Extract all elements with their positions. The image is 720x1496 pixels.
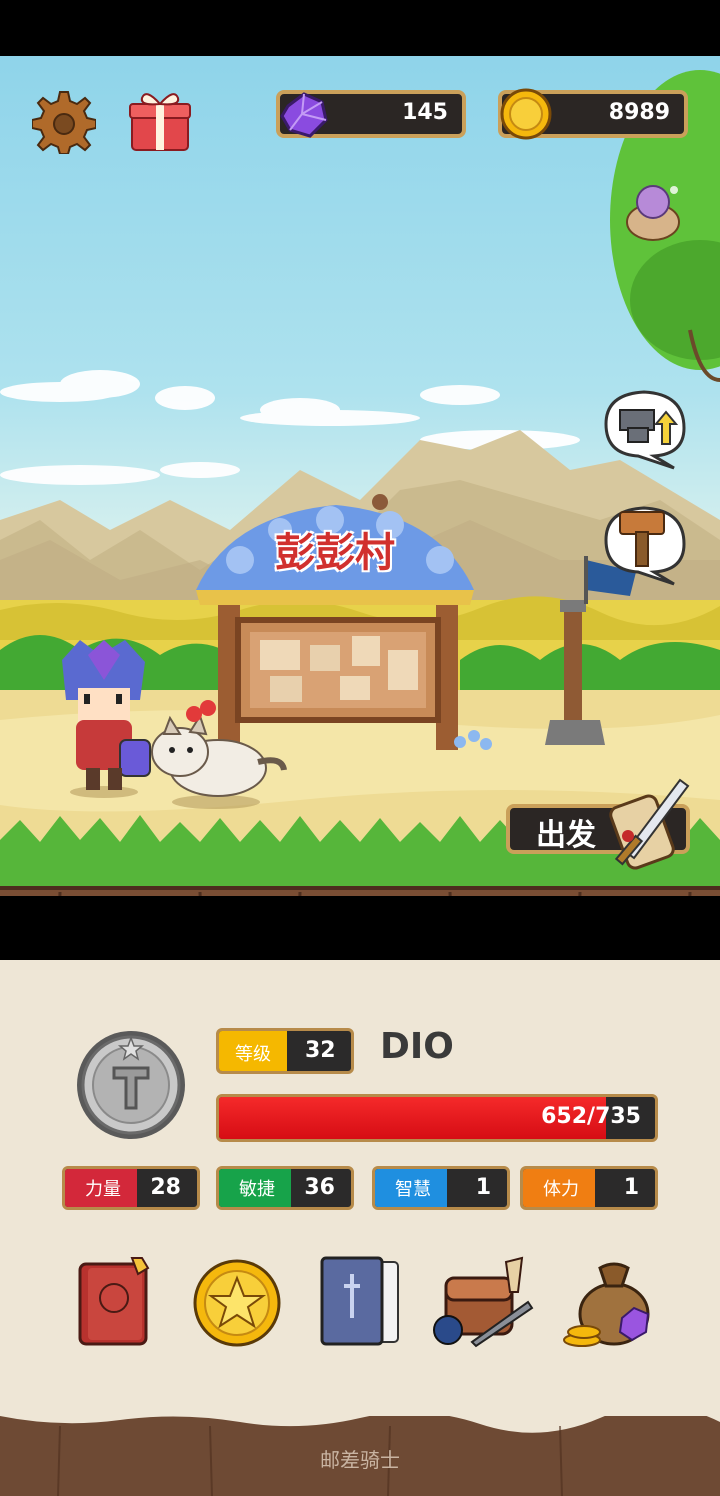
- stat-agility-value: 36: [304, 1175, 335, 1200]
- settings-gear-icon[interactable]: [31, 90, 97, 155]
- player-name: DIO: [380, 1026, 454, 1067]
- rank-medal-icon[interactable]: [74, 1028, 188, 1142]
- player-panel: 等级 32 DIO 652/735 力量 28 敏捷 36 智慧 1 体力 1: [0, 960, 720, 1416]
- stat-stamina: 体力 1: [520, 1166, 658, 1210]
- stat-wisdom: 智慧 1: [372, 1166, 510, 1210]
- hp-bar: 652/735: [216, 1094, 658, 1142]
- gift-box-icon[interactable]: [128, 86, 192, 154]
- gem-counter[interactable]: 145: [276, 90, 466, 138]
- magic-sack-icon[interactable]: [622, 176, 684, 242]
- stat-wisdom-value: 1: [475, 1175, 491, 1200]
- game-screen: 彭彭村 145 8989 出发 等级 32 DIO 652/735 力量 28 …: [0, 0, 720, 1496]
- gold-coin-icon: [498, 86, 554, 146]
- hp-text: 652/735: [541, 1104, 641, 1129]
- depart-button[interactable]: 出发: [506, 804, 690, 854]
- card-deck-icon[interactable]: [318, 1252, 402, 1350]
- gold-count: 8989: [608, 100, 670, 125]
- level-value: 32: [305, 1038, 336, 1063]
- footer-caption: 邮差骑士: [320, 1448, 400, 1472]
- status-bar: [0, 0, 720, 56]
- level-label: 等级: [235, 1044, 271, 1065]
- treasure-sack-icon[interactable]: [562, 1256, 654, 1352]
- build-hammer-icon[interactable]: [598, 500, 690, 586]
- inventory-bag-icon[interactable]: [432, 1252, 536, 1352]
- stat-strength-value: 28: [150, 1175, 181, 1200]
- stat-strength: 力量 28: [62, 1166, 200, 1210]
- stat-strength-label: 力量: [65, 1169, 137, 1207]
- book-icon[interactable]: [74, 1254, 156, 1350]
- village-scene: 彭彭村 145 8989 出发: [0, 56, 720, 896]
- anvil-upgrade-icon[interactable]: [598, 384, 690, 470]
- scene-background: [0, 70, 720, 896]
- village-name: 彭彭村: [275, 530, 395, 576]
- stat-agility-label: 敏捷: [219, 1169, 291, 1207]
- stat-agility: 敏捷 36: [216, 1166, 354, 1210]
- bottom-wood-bar: 邮差骑士: [0, 1416, 720, 1496]
- gem-count: 145: [402, 100, 448, 125]
- gold-counter[interactable]: 8989: [498, 88, 688, 140]
- depart-label: 出发: [536, 818, 596, 853]
- stat-wisdom-label: 智慧: [375, 1169, 447, 1207]
- purple-gem-icon: [276, 86, 332, 146]
- level-pill: 等级 32: [216, 1028, 354, 1074]
- star-coin-icon[interactable]: [192, 1258, 282, 1348]
- stat-stamina-value: 1: [623, 1175, 639, 1200]
- stat-stamina-label: 体力: [523, 1169, 595, 1207]
